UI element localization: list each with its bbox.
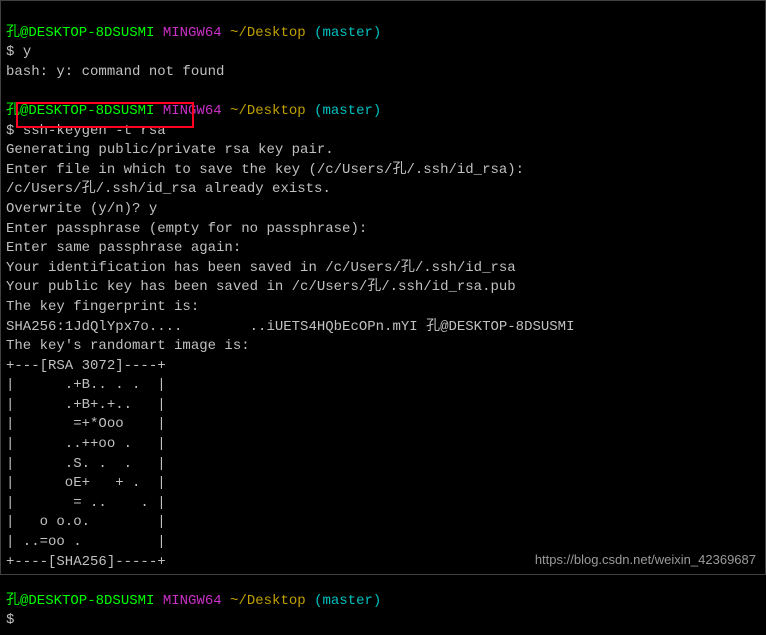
prompt-user: 孔@DESKTOP-8DSUSMI <box>6 25 154 41</box>
randomart-line: | = .. . | <box>6 495 166 511</box>
randomart-line: | ..++oo . | <box>6 436 166 452</box>
output-line: Overwrite (y/n)? y <box>6 201 157 217</box>
randomart-line: | oE+ + . | <box>6 475 166 491</box>
prompt-line-1: 孔@DESKTOP-8DSUSMI MINGW64 ~/Desktop (mas… <box>6 25 381 41</box>
randomart-line: | o o.o. | <box>6 514 166 530</box>
prompt-user: 孔@DESKTOP-8DSUSMI <box>6 593 154 609</box>
randomart-line: | .S. . . | <box>6 456 166 472</box>
prompt-line-2: 孔@DESKTOP-8DSUSMI MINGW64 ~/Desktop (mas… <box>6 103 381 119</box>
prompt-branch: (master) <box>314 103 381 119</box>
prompt-path: ~/Desktop <box>230 25 306 41</box>
output-line: Your identification has been saved in /c… <box>6 260 516 276</box>
prompt-branch: (master) <box>314 25 381 41</box>
output-line: Generating public/private rsa key pair. <box>6 142 334 158</box>
randomart-line: | .+B.. . . | <box>6 377 166 393</box>
watermark-text: https://blog.csdn.net/weixin_42369687 <box>535 551 756 569</box>
randomart-line: | ..=oo . | <box>6 534 166 550</box>
output-line: Enter same passphrase again: <box>6 240 241 256</box>
cmd-sshkeygen: ssh-keygen -t rsa <box>23 123 166 139</box>
output-line: Enter file in which to save the key (/c/… <box>6 162 524 178</box>
prompt-shell: MINGW64 <box>163 25 222 41</box>
prompt-path: ~/Desktop <box>230 593 306 609</box>
output-line: /c/Users/孔/.ssh/id_rsa already exists. <box>6 181 331 197</box>
error-line: bash: y: command not found <box>6 64 224 80</box>
prompt-shell: MINGW64 <box>163 593 222 609</box>
randomart-line: | =+*Ooo | <box>6 416 166 432</box>
prompt-line-3: 孔@DESKTOP-8DSUSMI MINGW64 ~/Desktop (mas… <box>6 593 381 609</box>
output-line: The key's randomart image is: <box>6 338 250 354</box>
randomart-line: +---[RSA 3072]----+ <box>6 358 166 374</box>
prompt-dollar: $ <box>6 123 14 139</box>
prompt-dollar: $ <box>6 612 14 628</box>
randomart-line: | .+B+.+.. | <box>6 397 166 413</box>
prompt-dollar: $ <box>6 44 14 60</box>
randomart-line: +----[SHA256]-----+ <box>6 554 166 570</box>
prompt-user: 孔@DESKTOP-8DSUSMI <box>6 103 154 119</box>
prompt-branch: (master) <box>314 593 381 609</box>
prompt-path: ~/Desktop <box>230 103 306 119</box>
prompt-shell: MINGW64 <box>163 103 222 119</box>
output-line: Your public key has been saved in /c/Use… <box>6 279 516 295</box>
terminal-output[interactable]: 孔@DESKTOP-8DSUSMI MINGW64 ~/Desktop (mas… <box>0 0 766 635</box>
output-line: SHA256:1JdQlYpx7o.... ..iUETS4HQbEcOPn.m… <box>6 319 575 335</box>
output-line: Enter passphrase (empty for no passphras… <box>6 221 367 237</box>
output-line: The key fingerprint is: <box>6 299 199 315</box>
cmd-y: y <box>23 44 31 60</box>
